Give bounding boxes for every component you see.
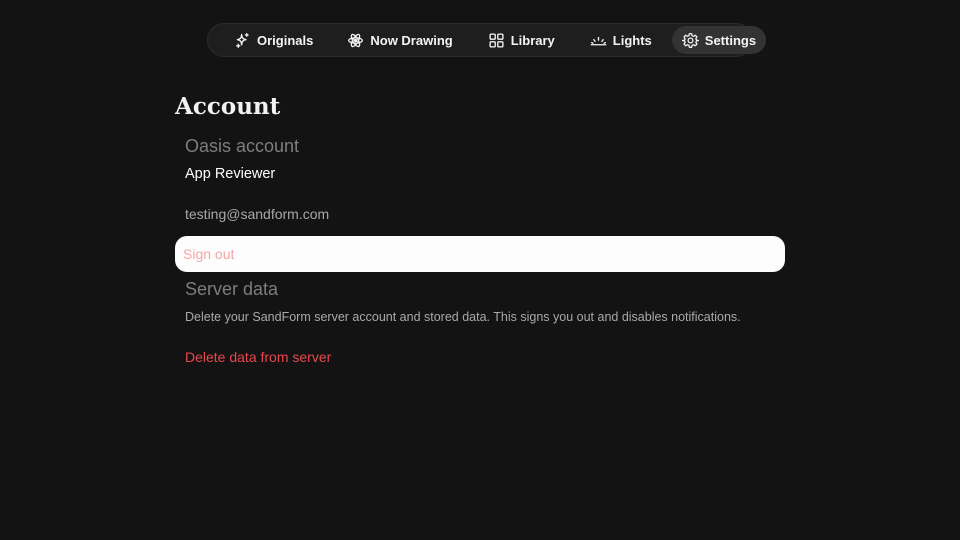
sign-out-button[interactable]: Sign out [175, 236, 785, 272]
grid-icon [488, 32, 505, 49]
oasis-account-label: Oasis account [185, 136, 300, 156]
tab-settings[interactable]: Settings [671, 26, 767, 54]
tab-originals[interactable]: Originals [224, 26, 323, 54]
server-data-heading: Server data [185, 279, 279, 299]
sunrise-icon [590, 32, 607, 49]
gear-icon [681, 32, 699, 49]
tab-lights[interactable]: Lights [580, 26, 662, 54]
tab-library[interactable]: Library [478, 26, 565, 54]
sign-out-label: Sign out [183, 246, 235, 262]
delete-data-button[interactable]: Delete data from server [185, 349, 331, 365]
tab-now-drawing[interactable]: Now Drawing [337, 26, 462, 54]
tab-settings-label: Settings [704, 32, 757, 48]
tab-lights-label: Lights [612, 32, 652, 48]
top-tab-bar: Originals Now Drawing Library Lights Set… [207, 23, 767, 57]
server-data-description: Delete your SandForm server account and … [185, 310, 741, 324]
tab-now-drawing-label: Now Drawing [370, 32, 453, 48]
settings-page: Originals Now Drawing Library Lights Set… [0, 0, 960, 540]
tab-library-label: Library [510, 32, 555, 48]
account-heading: Account [175, 93, 281, 120]
sparkles-icon [234, 32, 251, 49]
atom-icon [347, 32, 364, 49]
account-email: testing@sandform.com [185, 206, 330, 222]
tab-originals-label: Originals [257, 32, 314, 48]
account-name: App Reviewer [185, 166, 276, 182]
